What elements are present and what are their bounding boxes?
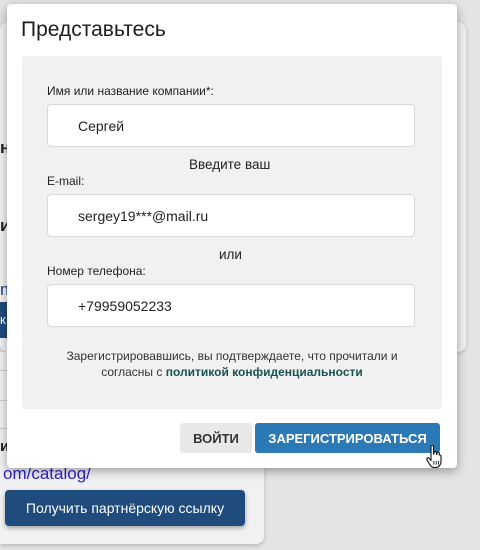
get-partner-link-button[interactable]: Получить партнёрскую ссылку <box>5 490 245 526</box>
name-input[interactable] <box>47 104 415 147</box>
registration-modal: Представьтесь Имя или название компании*… <box>7 4 457 468</box>
registration-form: Имя или название компании*: Введите ваш … <box>22 56 442 409</box>
enter-your-hint: Введите ваш <box>189 157 271 172</box>
phone-label: Номер телефона: <box>47 264 146 278</box>
email-input[interactable] <box>47 194 415 237</box>
name-label: Имя или название компании*: <box>47 84 214 98</box>
phone-input[interactable] <box>47 284 415 327</box>
hand-pointer-icon <box>426 445 442 469</box>
or-hint: или <box>219 247 242 262</box>
background-button-fragment-label: к <box>0 312 6 327</box>
login-button[interactable]: ВОЙТИ <box>180 423 252 453</box>
register-button[interactable]: ЗАРЕГИСТРИРОВАТЬСЯ <box>255 423 440 453</box>
privacy-policy-link[interactable]: политикой конфиденциальности <box>166 365 363 379</box>
modal-title: Представьтесь <box>21 18 166 41</box>
terms-notice: Зарегистрировавшись, вы подтверждаете, ч… <box>42 348 422 380</box>
email-label: E-mail: <box>47 174 85 188</box>
